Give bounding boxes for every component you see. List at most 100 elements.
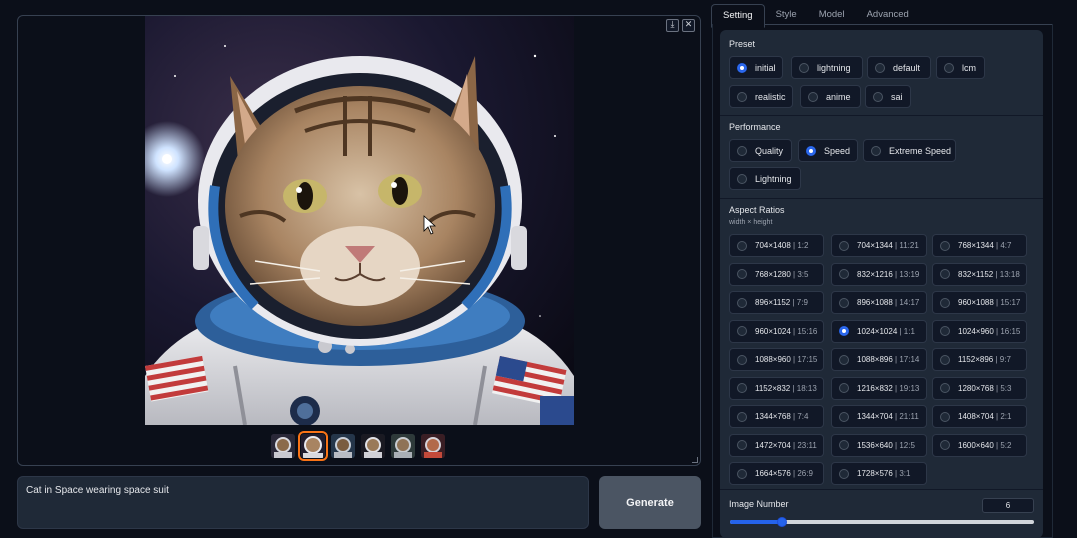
aspect-ratio-ratio: 17:15 [797,355,818,364]
aspect-ratio-option[interactable]: 1344×704 | 21:11 [831,405,927,428]
aspect-ratio-option[interactable]: 768×1344 | 4:7 [932,234,1027,257]
radio [839,269,849,279]
aspect-ratio-size: 896×1152 [755,298,791,307]
radio [737,91,747,102]
preset-realistic[interactable]: realistic [729,85,793,108]
radio [940,297,950,308]
aspect-ratio-option[interactable]: 1024×1024 | 1:1 [831,319,927,343]
aspect-ratio-size: 1152×896 [958,355,994,364]
aspect-ratio-ratio: 5:2 [1000,440,1012,450]
aspect-ratio-size: 768×1280 [755,269,791,279]
radio [940,269,950,279]
radio [737,440,747,450]
aspect-ratio-option[interactable]: 960×1088 | 15:17 [932,291,1027,314]
preset-initial[interactable]: initial [729,56,783,79]
aspect-ratio-option[interactable]: 704×1408 | 1:2 [729,234,824,257]
radio [940,383,950,393]
aspect-ratio-ratio: 3:5 [797,269,809,279]
radio [737,297,747,308]
radio [839,354,849,365]
preset-lightning[interactable]: lightning [791,56,863,79]
aspect-ratio-ratio: 17:14 [899,355,920,364]
aspect-ratio-size: 1536×640 [857,440,893,450]
slider-thumb[interactable] [776,517,787,527]
aspect-ratio-option[interactable]: 896×1152 | 7:9 [729,291,824,314]
aspect-ratio-ratio: 3:1 [899,469,911,478]
radio [839,297,849,308]
resize-handle[interactable] [692,457,698,463]
aspect-ratio-size: 1472×704 [755,440,791,450]
aspect-ratio-ratio: 15:17 [1000,298,1021,307]
aspect-ratio-option[interactable]: 832×1216 | 13:19 [831,262,927,286]
cat-astronaut-illustration [145,16,574,425]
aspect-ratio-option[interactable]: 1536×640 | 12:5 [831,433,927,457]
thumbnail-selected[interactable] [298,431,328,461]
aspect-ratio-option[interactable]: 896×1088 | 14:17 [831,291,927,314]
aspect-ratio-option[interactable]: 1664×576 | 26:9 [729,462,824,485]
aspect-ratio-ratio: 21:11 [899,412,919,421]
radio [737,269,747,279]
preset-sai[interactable]: sai [865,85,911,108]
aspect-ratio-option[interactable]: 1088×960 | 17:15 [729,348,824,371]
thumbnail[interactable] [391,434,415,458]
radio-selected [737,62,747,73]
aspect-ratio-ratio: 1:2 [797,241,809,250]
preset-anime[interactable]: anime [800,85,861,108]
prompt-input[interactable] [17,476,589,529]
aspect-ratio-option[interactable]: 1408×704 | 2:1 [932,405,1027,428]
aspect-ratio-option[interactable]: 1088×896 | 17:14 [831,348,927,371]
aspect-ratio-option[interactable]: 1280×768 | 5:3 [932,376,1027,400]
performance-speed[interactable]: Speed [798,139,858,162]
aspect-ratio-option[interactable]: 1152×896 | 9:7 [932,348,1027,371]
aspect-ratio-option[interactable]: 704×1344 | 11:21 [831,234,927,257]
image-number-slider[interactable] [730,517,1034,527]
performance-extreme-speed[interactable]: Extreme Speed [863,139,956,162]
generate-button[interactable]: Generate [599,476,701,529]
aspect-ratio-ratio: 2:1 [1000,412,1012,421]
aspect-ratio-size: 1728×576 [857,469,893,478]
generated-image[interactable] [145,16,574,425]
aspect-ratio-option[interactable]: 1024×960 | 16:15 [932,319,1027,343]
radio [839,468,849,479]
radio [737,383,747,393]
aspect-ratio-option[interactable]: 1152×832 | 18:13 [729,376,824,400]
preset-default[interactable]: default [867,56,931,79]
download-icon[interactable]: ⤓ [666,19,679,32]
performance-lightning[interactable]: Lightning [729,167,801,190]
aspect-ratio-ratio: 13:18 [999,269,1020,279]
image-number-label: Image Number [729,499,789,509]
divider [720,198,1043,199]
aspect-ratio-option[interactable]: 960×1024 | 15:16 [729,319,824,343]
aspect-ratio-size: 1024×1024 [857,326,898,336]
radio [737,326,747,336]
preset-lcm[interactable]: lcm [936,56,985,79]
thumbnail[interactable] [271,434,295,458]
aspect-ratio-size: 1664×576 [755,469,791,478]
radio [873,91,883,102]
radio [737,145,747,156]
radio [944,62,954,73]
aspect-ratio-ratio: 12:5 [899,440,915,450]
thumbnail[interactable] [421,434,445,458]
aspect-ratio-option[interactable]: 1472×704 | 23:11 [729,433,824,457]
radio [737,240,747,251]
aspect-ratio-size: 960×1024 [755,326,791,336]
slider-fill [730,520,782,524]
aspect-ratio-size: 1408×704 [958,412,994,421]
radio [737,173,747,184]
aspect-ratio-option[interactable]: 832×1152 | 13:18 [932,262,1027,286]
aspect-ratio-option[interactable]: 1344×768 | 7:4 [729,405,824,428]
aspect-ratio-option[interactable]: 768×1280 | 3:5 [729,262,824,286]
aspect-ratio-option[interactable]: 1600×640 | 5:2 [932,433,1027,457]
aspect-ratio-option[interactable]: 1728×576 | 3:1 [831,462,927,485]
performance-quality[interactable]: Quality [729,139,792,162]
aspect-ratio-option[interactable]: 1216×832 | 19:13 [831,376,927,400]
thumbnail[interactable] [361,434,385,458]
radio [799,62,809,73]
thumbnail[interactable] [331,434,355,458]
aspect-ratio-ratio: 1:1 [903,326,915,336]
aspect-ratio-ratio: 13:19 [899,269,920,279]
image-number-input[interactable]: 6 [982,498,1034,513]
image-gallery: ⤓ ✕ [17,15,701,466]
close-icon[interactable]: ✕ [682,19,695,32]
